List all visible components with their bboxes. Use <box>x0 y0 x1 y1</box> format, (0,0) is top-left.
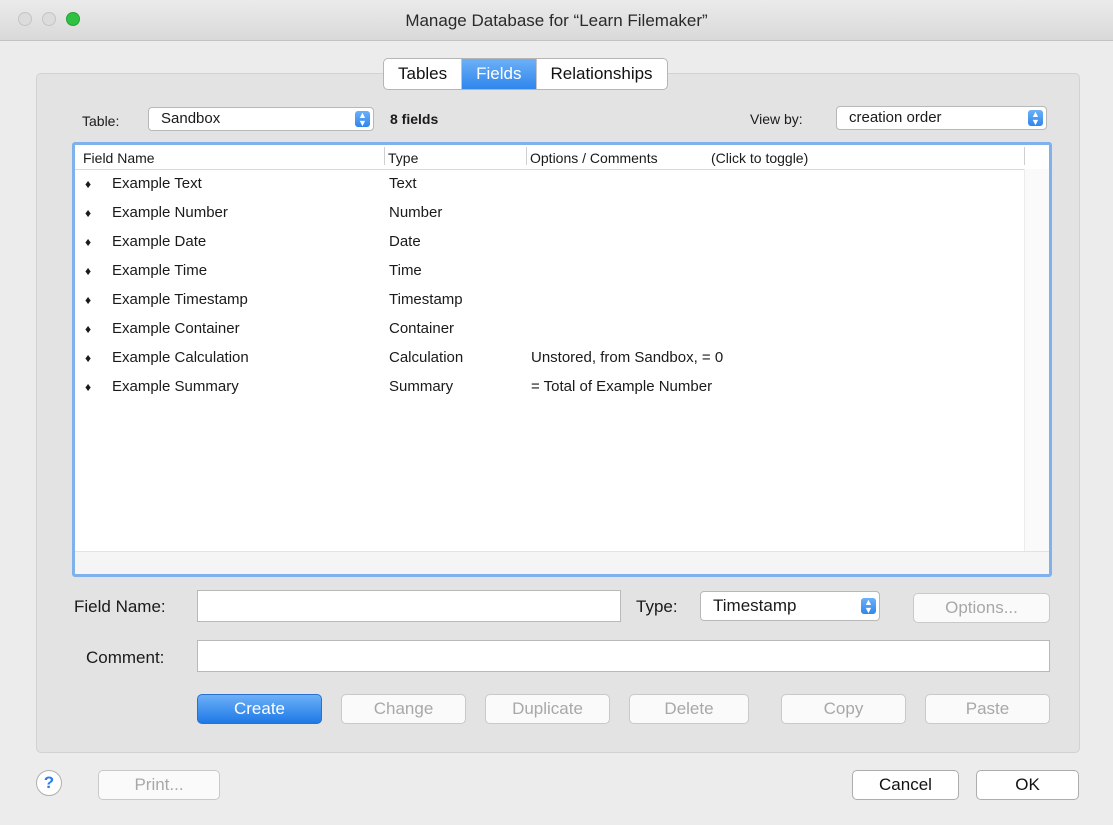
field-row-type: Date <box>389 233 421 250</box>
field-row-name: Example Date <box>112 233 207 250</box>
field-row-type: Timestamp <box>389 291 463 308</box>
fields-list[interactable]: Field Name Type Options / Comments (Clic… <box>72 142 1052 577</box>
view-by-select-value: creation order <box>849 109 942 126</box>
field-name-label: Field Name: <box>74 597 166 616</box>
drag-handle-icon[interactable]: ♦ <box>85 351 91 365</box>
table-label: Table: <box>82 113 120 129</box>
type-label: Type: <box>636 597 678 616</box>
drag-handle-icon[interactable]: ♦ <box>85 380 91 394</box>
horizontal-scrollbar[interactable] <box>75 551 1049 574</box>
drag-handle-icon[interactable]: ♦ <box>85 206 91 220</box>
cancel-button[interactable]: Cancel <box>852 770 959 800</box>
field-name-input[interactable] <box>198 591 620 621</box>
ok-button[interactable]: OK <box>976 770 1079 800</box>
drag-handle-icon[interactable]: ♦ <box>85 322 91 336</box>
field-row[interactable]: ♦ Example Container Container <box>75 314 1023 343</box>
column-header-field-name[interactable]: Field Name <box>83 150 155 166</box>
field-row-name: Example Number <box>112 204 228 221</box>
copy-button[interactable]: Copy <box>781 694 906 724</box>
tab-fields[interactable]: Fields <box>461 59 536 89</box>
print-button[interactable]: Print... <box>98 770 220 800</box>
field-row-type: Text <box>389 175 417 192</box>
field-row-options: = Total of Example Number <box>531 378 713 395</box>
field-row-name: Example Container <box>112 320 240 337</box>
view-by-label: View by: <box>750 111 803 127</box>
field-row-name: Example Timestamp <box>112 291 248 308</box>
type-select[interactable]: Timestamp ▲ ▼ <box>700 591 880 621</box>
comment-input-wrap <box>197 640 1050 672</box>
field-row[interactable]: ♦ Example Date Date <box>75 227 1023 256</box>
options-button[interactable]: Options... <box>913 593 1050 623</box>
field-row[interactable]: ♦ Example Calculation Calculation Unstor… <box>75 343 1023 372</box>
tab-bar: Tables Fields Relationships <box>383 58 668 90</box>
table-select-value: Sandbox <box>161 110 221 127</box>
field-row-name: Example Text <box>112 175 202 192</box>
duplicate-button[interactable]: Duplicate <box>485 694 610 724</box>
drag-handle-icon[interactable]: ♦ <box>85 264 91 278</box>
column-separator <box>1024 147 1025 165</box>
paste-button[interactable]: Paste <box>925 694 1050 724</box>
select-arrows-icon: ▲ ▼ <box>861 598 876 615</box>
drag-handle-icon[interactable]: ♦ <box>85 177 91 191</box>
comment-input[interactable] <box>198 641 1049 671</box>
column-separator <box>526 147 527 165</box>
column-toggle-hint[interactable]: (Click to toggle) <box>711 150 808 166</box>
field-row[interactable]: ♦ Example Timestamp Timestamp <box>75 285 1023 314</box>
field-name-input-wrap <box>197 590 621 622</box>
field-row-name: Example Summary <box>112 378 239 395</box>
field-row[interactable]: ♦ Example Text Text <box>75 169 1023 198</box>
view-by-select[interactable]: creation order ▲ ▼ <box>836 106 1047 130</box>
select-arrows-icon: ▲ ▼ <box>1028 110 1043 127</box>
table-select[interactable]: Sandbox ▲ ▼ <box>148 107 374 131</box>
delete-button[interactable]: Delete <box>629 694 749 724</box>
drag-handle-icon[interactable]: ♦ <box>85 235 91 249</box>
select-arrows-icon: ▲ ▼ <box>355 111 370 128</box>
create-button[interactable]: Create <box>197 694 322 724</box>
field-row-options: Unstored, from Sandbox, = 0 <box>531 349 724 366</box>
field-row-type: Calculation <box>389 349 464 366</box>
drag-handle-icon[interactable]: ♦ <box>85 293 91 307</box>
help-button[interactable]: ? <box>36 770 62 796</box>
field-row[interactable]: ♦ Example Summary Summary = Total of Exa… <box>75 372 1023 401</box>
field-row-type: Time <box>389 262 422 279</box>
field-row[interactable]: ♦ Example Time Time <box>75 256 1023 285</box>
tab-tables[interactable]: Tables <box>384 59 461 89</box>
column-header-type[interactable]: Type <box>388 150 418 166</box>
field-row-name: Example Time <box>112 262 208 279</box>
window-title: Manage Database for “Learn Filemaker” <box>405 11 708 30</box>
title-bar: Manage Database for “Learn Filemaker” <box>0 0 1113 41</box>
change-button[interactable]: Change <box>341 694 466 724</box>
field-row[interactable]: ♦ Example Number Number <box>75 198 1023 227</box>
fields-list-header: Field Name Type Options / Comments (Clic… <box>75 145 1049 170</box>
column-separator <box>384 147 385 165</box>
field-row-type: Number <box>389 204 443 221</box>
column-header-options[interactable]: Options / Comments <box>530 150 658 166</box>
field-row-type: Container <box>389 320 455 337</box>
field-count: 8 fields <box>390 111 439 127</box>
comment-label: Comment: <box>86 648 165 667</box>
type-select-value: Timestamp <box>713 596 797 615</box>
tab-relationships[interactable]: Relationships <box>535 59 667 89</box>
field-row-type: Summary <box>389 378 454 395</box>
vertical-scrollbar[interactable] <box>1024 169 1049 552</box>
field-row-name: Example Calculation <box>112 349 249 366</box>
